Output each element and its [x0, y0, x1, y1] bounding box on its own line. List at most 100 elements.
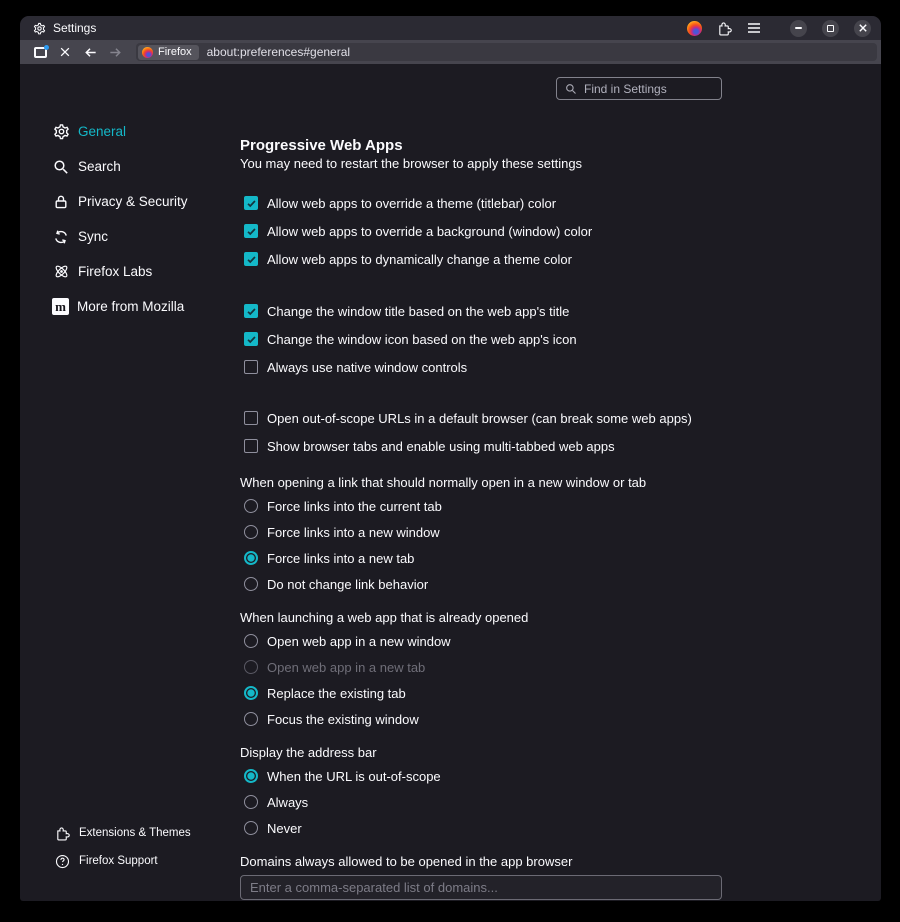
checkbox[interactable] — [244, 304, 258, 318]
radio-button[interactable] — [244, 577, 258, 591]
sidebar-item-label: Search — [78, 159, 121, 174]
checkbox-row-change-the-window-title-based-on-the-web[interactable]: Change the window title based on the web… — [240, 297, 722, 325]
atom-icon — [52, 263, 70, 281]
sidebar-footer-extensions-themes[interactable]: Extensions & Themes — [55, 819, 255, 847]
sidebar-item-label: Privacy & Security — [78, 194, 188, 209]
checkbox-row-change-the-window-icon-based-on-the-web-[interactable]: Change the window icon based on the web … — [240, 325, 722, 353]
checkbox-groups: Allow web apps to override a theme (titl… — [240, 189, 722, 460]
checkbox[interactable] — [244, 411, 258, 425]
gear-icon — [52, 123, 70, 141]
checkbox-label: Allow web apps to override a background … — [267, 224, 592, 239]
sidebar-item-sync[interactable]: Sync — [52, 219, 237, 254]
sidebar-footer-firefox-support[interactable]: Firefox Support — [55, 847, 255, 875]
sync-icon — [52, 228, 70, 246]
radio-button[interactable] — [244, 821, 258, 835]
radio-button[interactable] — [244, 499, 258, 513]
checkbox[interactable] — [244, 360, 258, 374]
site-identity-chip[interactable]: Firefox — [138, 45, 199, 60]
radio-label: Focus the existing window — [267, 712, 419, 727]
radio-label: Open web app in a new window — [267, 634, 451, 649]
radio-row-never[interactable]: Never — [240, 815, 722, 841]
app-window-icon[interactable] — [30, 42, 50, 62]
radio-row-open-web-app-in-a-new-window[interactable]: Open web app in a new window — [240, 628, 722, 654]
radio-row-do-not-change-link-behavior[interactable]: Do not change link behavior — [240, 571, 722, 597]
radio-button[interactable] — [244, 712, 258, 726]
maximize-button[interactable] — [822, 20, 839, 37]
checkbox[interactable] — [244, 439, 258, 453]
url-text: about:preferences#general — [207, 45, 350, 59]
checkbox-row-show-browser-tabs-and-enable-using-multi[interactable]: Show browser tabs and enable using multi… — [240, 432, 722, 460]
radio-group: When launching a web app that is already… — [240, 608, 722, 732]
search-input[interactable] — [584, 82, 739, 96]
radio-row-focus-the-existing-window[interactable]: Focus the existing window — [240, 706, 722, 732]
checkbox-row-open-out-of-scope-urls-in-a-default-brow[interactable]: Open out-of-scope URLs in a default brow… — [240, 404, 722, 432]
radio-button[interactable] — [244, 525, 258, 539]
checkbox[interactable] — [244, 196, 258, 210]
radio-row-replace-the-existing-tab[interactable]: Replace the existing tab — [240, 680, 722, 706]
url-bar[interactable]: Firefox about:preferences#general — [136, 43, 877, 61]
radio-label: Always — [267, 795, 308, 810]
sidebar-item-privacy-security[interactable]: Privacy & Security — [52, 184, 237, 219]
firefox-icon[interactable] — [687, 21, 702, 36]
radio-button[interactable] — [244, 634, 258, 648]
forward-icon[interactable] — [105, 42, 125, 62]
sidebar-item-search[interactable]: Search — [52, 149, 237, 184]
radio-label: Force links into the current tab — [267, 499, 442, 514]
radio-row-force-links-into-the-current-tab[interactable]: Force links into the current tab — [240, 493, 722, 519]
sidebar-item-general[interactable]: General — [52, 114, 237, 149]
sidebar-item-label: General — [78, 124, 126, 139]
radio-row-force-links-into-a-new-window[interactable]: Force links into a new window — [240, 519, 722, 545]
checkbox-group: Change the window title based on the web… — [240, 297, 722, 381]
back-icon[interactable] — [80, 42, 100, 62]
checkbox-group: Allow web apps to override a theme (titl… — [240, 189, 722, 273]
checkbox-row-allow-web-apps-to-override-a-background-[interactable]: Allow web apps to override a background … — [240, 217, 722, 245]
checkbox-label: Show browser tabs and enable using multi… — [267, 439, 615, 454]
checkbox[interactable] — [244, 224, 258, 238]
radio-label: Do not change link behavior — [267, 577, 428, 592]
minimize-button[interactable] — [790, 20, 807, 37]
radio-button[interactable] — [244, 769, 258, 783]
radio-row-open-web-app-in-a-new-tab[interactable]: Open web app in a new tab — [240, 654, 722, 680]
firefox-chip-icon — [142, 47, 153, 58]
radio-group: When opening a link that should normally… — [240, 473, 722, 597]
radio-label: Never — [267, 821, 302, 836]
checkbox[interactable] — [244, 332, 258, 346]
checkbox-group: Open out-of-scope URLs in a default brow… — [240, 404, 722, 460]
sidebar-item-label: Firefox Labs — [78, 264, 152, 279]
menu-hamburger-icon[interactable] — [747, 22, 761, 34]
search-icon — [565, 83, 577, 95]
radio-label: Force links into a new window — [267, 525, 440, 540]
close-button[interactable] — [854, 20, 871, 37]
domains-label: Domains always allowed to be opened in t… — [240, 852, 722, 872]
settings-search-box[interactable] — [556, 77, 722, 100]
checkbox-row-allow-web-apps-to-override-a-theme-title[interactable]: Allow web apps to override a theme (titl… — [240, 189, 722, 217]
main-content: Progressive Web Apps You may need to res… — [240, 136, 722, 900]
radio-row-force-links-into-a-new-tab[interactable]: Force links into a new tab — [240, 545, 722, 571]
domains-input[interactable] — [240, 875, 722, 900]
radio-button[interactable] — [244, 686, 258, 700]
page-title: Progressive Web Apps — [240, 136, 722, 156]
sidebar-item-label: Sync — [78, 229, 108, 244]
sidebar-item-firefox-labs[interactable]: Firefox Labs — [52, 254, 237, 289]
checkbox[interactable] — [244, 252, 258, 266]
puzzle-icon — [55, 826, 70, 841]
close-tab-icon[interactable] — [55, 42, 75, 62]
minimize-icon — [795, 27, 802, 29]
titlebar-app-icons — [687, 21, 761, 36]
extensions-puzzle-icon[interactable] — [717, 21, 732, 36]
radio-button[interactable] — [244, 795, 258, 809]
checkbox-row-always-use-native-window-controls[interactable]: Always use native window controls — [240, 353, 722, 381]
sidebar-item-more-from-mozilla[interactable]: mMore from Mozilla — [52, 289, 237, 324]
lock-icon — [52, 193, 70, 211]
checkbox-label: Always use native window controls — [267, 360, 467, 375]
radio-button[interactable] — [244, 660, 258, 674]
radio-button[interactable] — [244, 551, 258, 565]
checkbox-row-allow-web-apps-to-dynamically-change-a-t[interactable]: Allow web apps to dynamically change a t… — [240, 245, 722, 273]
notification-dot — [44, 45, 49, 50]
checkbox-label: Change the window title based on the web… — [267, 304, 569, 319]
window-title: Settings — [53, 21, 96, 35]
radio-row-always[interactable]: Always — [240, 789, 722, 815]
radio-row-when-the-url-is-out-of-scope[interactable]: When the URL is out-of-scope — [240, 763, 722, 789]
radio-label: When the URL is out-of-scope — [267, 769, 441, 784]
checkbox-label: Open out-of-scope URLs in a default brow… — [267, 411, 692, 426]
